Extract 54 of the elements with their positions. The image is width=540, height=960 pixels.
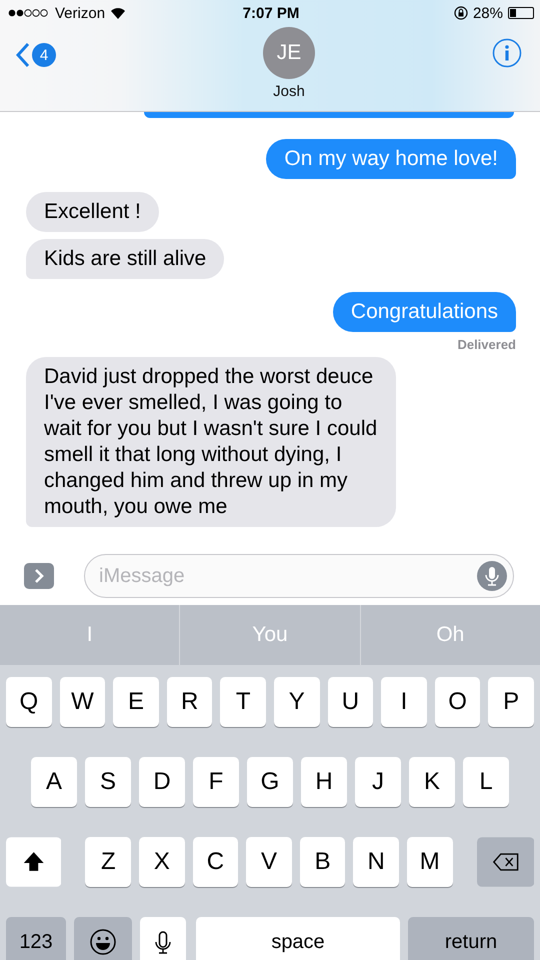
keyboard-key[interactable]: I [381,677,427,727]
keyboard-key[interactable]: F [193,757,239,807]
back-button[interactable]: 4 [16,42,56,68]
message-input-field[interactable]: iMessage [84,554,514,598]
keyboard-key[interactable]: S [85,757,131,807]
keyboard-key[interactable]: T [220,677,266,727]
keyboard-key[interactable]: O [434,677,480,727]
message-bubble: Congratulations [332,292,516,332]
message-bubble: Excellent ! [26,192,159,232]
clock-time: 7:07 PM [242,4,300,22]
keyboard-key[interactable]: K [409,757,455,807]
keyboard-key[interactable]: R [166,677,212,727]
unread-badge: 4 [32,43,56,67]
emoji-key[interactable] [74,917,132,960]
message-bubble: David just dropped the worst deuce I've ever smelled, I was going to wait for you but I wasn't sure I could smell it that long without dying, I changed him and threw up in my mouth, you owe me [26,357,396,527]
keyboard-key[interactable]: J [355,757,401,807]
battery-percent: 28% [472,4,503,22]
signal-icon [8,8,50,18]
shift-key[interactable] [6,837,62,887]
keyboard-key[interactable]: B [300,837,346,887]
space-key[interactable]: space [196,917,400,960]
microphone-icon[interactable] [477,561,507,591]
keyboard-key[interactable]: E [113,677,159,727]
rotation-lock-icon [454,6,468,20]
numbers-key[interactable]: 123 [6,917,66,960]
keyboard-key[interactable]: G [247,757,293,807]
keyboard-key[interactable]: N [353,837,399,887]
keyboard-key[interactable]: Z [85,837,132,887]
delete-key[interactable] [476,837,534,887]
back-chevron-icon[interactable] [16,42,30,68]
expand-button[interactable] [24,563,54,589]
keyboard-key[interactable]: Y [274,677,320,727]
keyboard-key[interactable]: H [301,757,347,807]
keyboard-key[interactable]: C [192,837,238,887]
keyboard-key[interactable]: A [31,757,77,807]
keyboard-key[interactable]: Q [6,677,52,727]
message-bubble: Kids are still alive [26,239,224,279]
keyboard-key[interactable]: M [406,837,453,887]
keyboard-key[interactable]: W [60,677,106,727]
keyboard-key[interactable]: D [139,757,185,807]
contact-name: Josh [273,83,305,100]
wifi-icon [110,7,126,19]
keyboard-key[interactable]: L [463,757,509,807]
dictation-key[interactable] [140,917,186,960]
battery-icon [508,7,534,19]
keyboard-key[interactable]: V [246,837,292,887]
keyboard-key[interactable]: U [328,677,374,727]
keyboard-key[interactable]: X [139,837,185,887]
keyboard-key[interactable]: P [488,677,534,727]
message-bubble: On my way home love! [266,139,516,179]
info-icon[interactable] [492,38,522,68]
delivery-status: Delivered [457,337,516,352]
return-key[interactable]: return [408,917,534,960]
carrier-name: Verizon [55,4,106,22]
